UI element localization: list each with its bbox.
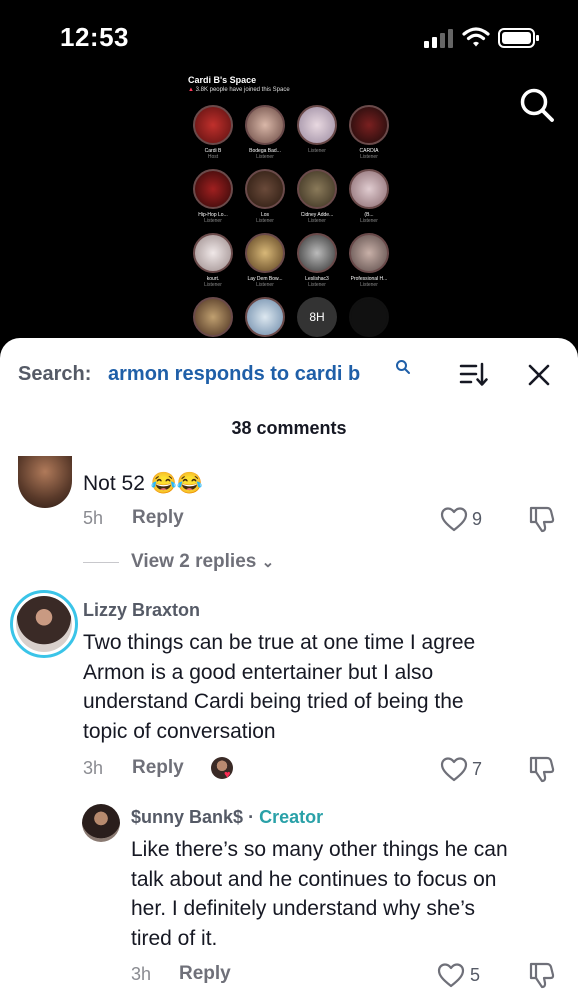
commenter-name-row: $unny Bank$ · Creator bbox=[131, 807, 323, 828]
participant-avatar bbox=[193, 169, 233, 209]
participant: Cardi B Host bbox=[187, 105, 239, 160]
participant-avatar bbox=[245, 169, 285, 209]
creator-badge: Creator bbox=[259, 807, 324, 827]
close-icon[interactable] bbox=[528, 364, 550, 386]
comments-sheet: Search: armon responds to cardi b 38 com… bbox=[0, 338, 578, 1000]
space-listener-count: 3.8K people have joined this Space bbox=[195, 87, 290, 93]
participant-avatar bbox=[193, 105, 233, 145]
reply-button[interactable]: Reply bbox=[132, 757, 184, 779]
comment-text-line: Armon is a good entertainer but I also bbox=[83, 660, 434, 684]
sort-icon[interactable] bbox=[459, 362, 489, 388]
search-label: Search: bbox=[18, 363, 92, 385]
dislike-icon[interactable] bbox=[527, 961, 555, 989]
comment-text-line: tired of it. bbox=[131, 926, 218, 950]
fire-icon: ▲ bbox=[188, 87, 194, 93]
participant: Bodega Bad... Listener bbox=[239, 105, 291, 160]
comment-text-line: topic of conversation bbox=[83, 719, 276, 743]
comment-text-line: Two things can be true at one time I agr… bbox=[83, 631, 476, 654]
comment-timestamp: 3h bbox=[83, 758, 104, 778]
commenter-name[interactable]: Lizzy Braxton bbox=[83, 600, 200, 621]
participant bbox=[343, 297, 395, 337]
comment-text-line: Like there’s so many other things he can bbox=[131, 838, 508, 861]
participant-avatar bbox=[245, 297, 285, 337]
participant-avatar bbox=[297, 169, 337, 209]
participant-avatar bbox=[245, 105, 285, 145]
battery-icon bbox=[498, 28, 539, 48]
participant: (B... Listener bbox=[343, 169, 395, 224]
search-icon bbox=[396, 360, 410, 374]
name-separator: · bbox=[248, 807, 255, 827]
view-replies-button[interactable]: View 2 replies ⌄ bbox=[131, 551, 274, 573]
participant: Cidney Adde... Listener bbox=[291, 169, 343, 224]
participant: 8H bbox=[291, 297, 343, 337]
cellular-signal-icon bbox=[424, 29, 453, 48]
comment-timestamp: 5h bbox=[83, 508, 104, 528]
commenter-avatar[interactable] bbox=[18, 456, 72, 508]
commenter-name[interactable]: $unny Bank$ bbox=[131, 807, 243, 827]
participant-avatar bbox=[349, 105, 389, 145]
comment-text-line: talk about and he continues to focus on bbox=[131, 867, 497, 891]
participant-avatar bbox=[193, 233, 233, 273]
space-title: Cardi B's Space bbox=[188, 75, 257, 85]
like-count: 7 bbox=[472, 759, 483, 779]
search-query-link[interactable]: armon responds to cardi b bbox=[108, 363, 360, 386]
comment-timestamp: 3h bbox=[131, 964, 152, 984]
wifi-icon bbox=[462, 27, 490, 47]
chevron-down-icon: ⌄ bbox=[261, 554, 275, 571]
participant: Listener bbox=[291, 105, 343, 154]
participant: Hip-Hop Lo... Listener bbox=[187, 169, 239, 224]
reply-button[interactable]: Reply bbox=[132, 507, 184, 529]
space-subtitle: ▲ 3.8K people have joined this Space bbox=[188, 87, 290, 93]
search-icon[interactable] bbox=[518, 86, 556, 124]
participant: Los Listener bbox=[239, 169, 291, 224]
dislike-icon[interactable] bbox=[527, 505, 555, 533]
participant-count-badge: 8H bbox=[297, 297, 337, 337]
comment-text: Not 52 😂😂 bbox=[83, 472, 204, 495]
commenter-avatar[interactable] bbox=[16, 596, 72, 652]
participant: Professional H... Listener bbox=[343, 233, 395, 288]
participant: Leslishac3 Listener bbox=[291, 233, 343, 288]
dislike-icon[interactable] bbox=[527, 755, 555, 783]
like-count: 5 bbox=[470, 965, 481, 985]
comment-count: 38 comments bbox=[231, 418, 347, 438]
heart-icon[interactable] bbox=[440, 506, 468, 532]
participant-avatar bbox=[349, 233, 389, 273]
participant-avatar bbox=[245, 233, 285, 273]
comment-text-line: understand Cardi being tried of being th… bbox=[83, 690, 464, 713]
participant: Lay Dem Bow... Listener bbox=[239, 233, 291, 288]
participant-avatar bbox=[297, 105, 337, 145]
participant bbox=[239, 297, 291, 337]
participant: CARDIA Listener bbox=[343, 105, 395, 160]
reply-button[interactable]: Reply bbox=[179, 963, 231, 985]
participant-avatar bbox=[349, 169, 389, 209]
participant bbox=[187, 297, 239, 337]
participant-avatar bbox=[193, 297, 233, 337]
comment-text-line: her. I definitely understand why she’s bbox=[131, 897, 475, 920]
status-time: 12:53 bbox=[60, 22, 129, 52]
heart-icon[interactable] bbox=[440, 756, 468, 782]
like-count: 9 bbox=[472, 509, 483, 529]
heart-icon[interactable] bbox=[437, 962, 465, 988]
participant-avatar bbox=[297, 233, 337, 273]
heart-icon: ♥ bbox=[224, 769, 231, 781]
replies-divider bbox=[83, 562, 119, 563]
commenter-avatar[interactable] bbox=[82, 804, 120, 842]
participant-avatar bbox=[349, 297, 389, 337]
participant: kourt. Listener bbox=[187, 233, 239, 288]
